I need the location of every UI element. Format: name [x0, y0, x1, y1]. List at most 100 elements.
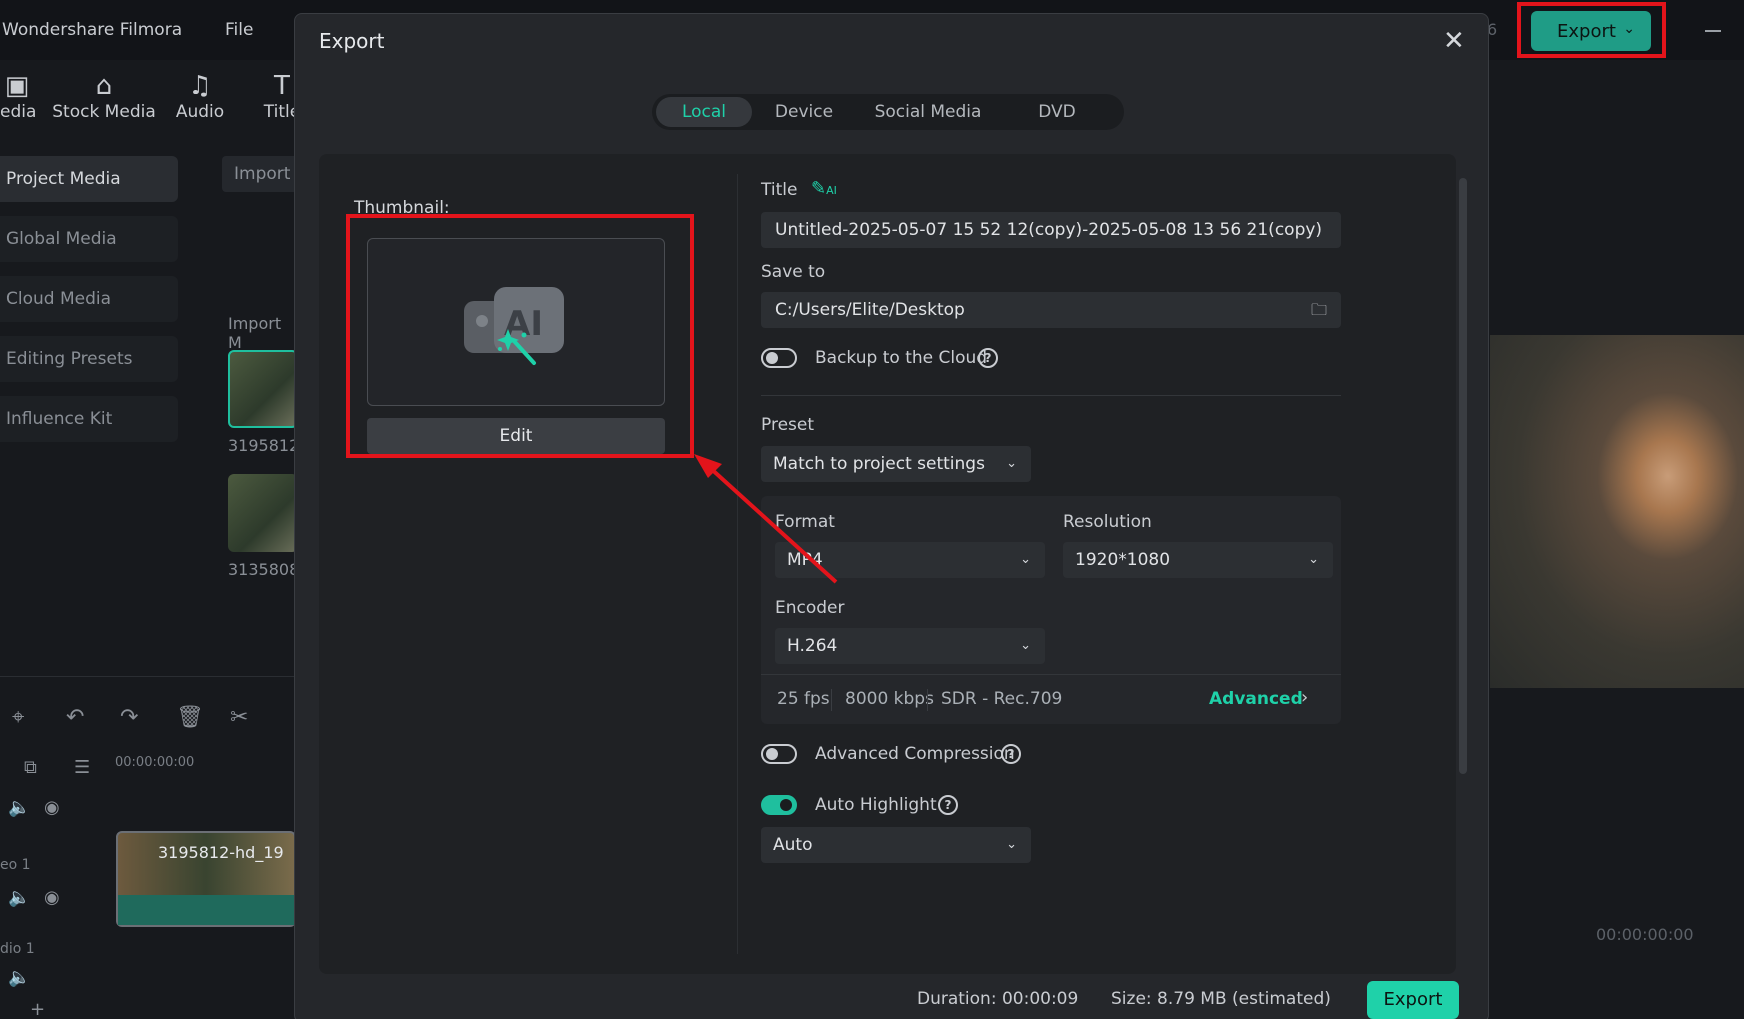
delete-icon[interactable]: 🗑: [176, 705, 204, 730]
backup-cloud-toggle[interactable]: [761, 348, 797, 368]
export-dialog: Export ✕ Local Device Social Media DVD T…: [294, 13, 1489, 1019]
auto-highlight-select[interactable]: Auto ⌄: [761, 827, 1031, 863]
media-item-label: 3135808: [228, 560, 300, 579]
speaker-icon[interactable]: 🔈: [8, 887, 30, 908]
top-export-label: Export: [1557, 20, 1616, 42]
video-track-label: eo 1: [0, 857, 31, 873]
export-stats-row: 25 fps 8000 kbps SDR - Rec.709 Advanced …: [761, 674, 1341, 724]
export-button[interactable]: Export: [1367, 981, 1459, 1019]
redo-icon[interactable]: ↷: [120, 705, 138, 730]
format-value: MP4: [787, 550, 823, 570]
save-to-input[interactable]: C:/Users/Elite/Desktop 🗀: [761, 292, 1341, 328]
export-settings-panel: Thumbnail: AI Edit Title ✎AI Untitled-20…: [319, 154, 1467, 974]
undo-icon[interactable]: ↶: [66, 705, 84, 730]
duration-text: Duration: 00:00:09: [917, 989, 1079, 1009]
preset-label: Preset: [761, 415, 815, 435]
chevron-down-icon: ⌄: [1006, 837, 1017, 852]
scrollbar[interactable]: [1459, 178, 1467, 774]
ai-pen-icon[interactable]: ✎AI: [811, 178, 837, 199]
resolution-label: Resolution: [1063, 512, 1152, 532]
clip-waveform: [118, 895, 294, 925]
clip-label: 3195812-hd_19: [158, 843, 284, 862]
advanced-compression-toggle[interactable]: [761, 744, 797, 764]
chevron-down-icon: ⌄: [1020, 638, 1031, 653]
speaker-icon[interactable]: 🔈: [8, 797, 30, 818]
folder-icon[interactable]: 🗀: [1311, 292, 1327, 328]
stat-color: SDR - Rec.709: [941, 689, 1063, 709]
export-target-tabs: Local Device Social Media DVD: [652, 94, 1124, 130]
audio-track-label: dio 1: [0, 941, 35, 957]
format-label: Format: [775, 512, 835, 532]
tab-media-label: edia: [0, 102, 37, 122]
thumbnail-edit-button[interactable]: Edit: [367, 418, 665, 454]
tab-audio[interactable]: ♫ Audio: [172, 70, 228, 122]
media-thumb-2[interactable]: [228, 474, 298, 552]
tab-dvd[interactable]: DVD: [1002, 97, 1112, 127]
timeline: ⌖ ↶ ↷ 🗑 ✂ 00:00:00:00 ⧉ ☰ 🔈 ◉ eo 1 🔈 ◉ 3…: [0, 676, 296, 1019]
preview-image: [1490, 335, 1744, 688]
backup-cloud-label: Backup to the Cloud: [815, 348, 988, 368]
media-icon: ▣: [4, 71, 30, 101]
auto-highlight-label: Auto Highlight: [815, 795, 937, 815]
thumbnail-label: Thumbnail:: [354, 198, 450, 218]
tab-social-media[interactable]: Social Media: [858, 97, 998, 127]
auto-highlight-value: Auto: [773, 835, 813, 855]
stat-bitrate: 8000 kbps: [845, 689, 934, 709]
media-column: Import Import M 3195812 3135808: [222, 156, 302, 676]
encoder-select[interactable]: H.264 ⌄: [775, 628, 1045, 664]
timeline-timecode: 00:00:00:00: [115, 755, 195, 770]
music-note-icon: ♫: [188, 71, 212, 101]
stat-separator: [831, 689, 832, 711]
tab-local[interactable]: Local: [656, 97, 752, 127]
preset-value: Match to project settings: [773, 454, 985, 474]
title-label: Title: [761, 180, 798, 200]
title-input[interactable]: Untitled-2025-05-07 15 52 12(copy)-2025-…: [761, 212, 1341, 248]
tab-device[interactable]: Device: [756, 97, 852, 127]
thumbnail-preview[interactable]: AI: [367, 238, 665, 406]
select-tool-icon[interactable]: ⌖: [12, 705, 24, 730]
top-export-button[interactable]: Export ⌄: [1531, 11, 1651, 51]
auto-highlight-toggle[interactable]: [761, 795, 797, 815]
nav-editing-presets[interactable]: Editing Presets: [0, 336, 178, 382]
chevron-right-icon[interactable]: ›: [1301, 687, 1308, 708]
preset-select[interactable]: Match to project settings ⌄: [761, 446, 1031, 482]
app-title: Wondershare Filmora: [2, 20, 183, 40]
chevron-down-icon: ⌄: [1006, 456, 1017, 471]
tab-media[interactable]: ▣ edia: [0, 70, 37, 122]
advanced-link[interactable]: Advanced: [1209, 689, 1303, 709]
resolution-value: 1920*1080: [1075, 550, 1171, 570]
help-icon[interactable]: ?: [938, 795, 958, 815]
timeline-clip[interactable]: 3195812-hd_19: [116, 831, 296, 927]
menu-file[interactable]: File: [225, 20, 253, 40]
eye-icon[interactable]: ◉: [44, 887, 60, 908]
nav-project-media[interactable]: Project Media: [0, 156, 178, 202]
close-icon[interactable]: ✕: [1443, 26, 1465, 56]
ai-magic-icon: AI: [464, 287, 564, 365]
nav-influence-kit[interactable]: Influence Kit: [0, 396, 178, 442]
scissors-icon[interactable]: ✂: [230, 705, 248, 730]
help-icon[interactable]: ?: [978, 348, 998, 368]
format-select[interactable]: MP4 ⌄: [775, 542, 1045, 578]
media-item-label: 3195812: [228, 436, 300, 455]
encoder-label: Encoder: [775, 598, 845, 618]
track-icon[interactable]: ☰: [74, 757, 90, 778]
minimize-icon[interactable]: [1705, 30, 1721, 32]
help-icon[interactable]: ?: [1001, 744, 1021, 764]
column-divider: [737, 174, 738, 954]
speaker-icon[interactable]: 🔈: [8, 967, 30, 988]
resolution-select[interactable]: 1920*1080 ⌄: [1063, 542, 1333, 578]
tab-stock-media[interactable]: ⌂ Stock Media: [52, 70, 156, 122]
stat-separator: [927, 689, 928, 711]
eye-icon[interactable]: ◉: [44, 797, 60, 818]
import-media-label: Import M: [228, 314, 282, 352]
link-icon[interactable]: ⧉: [24, 757, 37, 778]
format-settings-box: Format MP4 ⌄ Resolution 1920*1080 ⌄ Enco…: [761, 496, 1341, 724]
save-to-value: C:/Users/Elite/Desktop: [775, 300, 965, 320]
import-button[interactable]: Import: [222, 156, 302, 192]
media-thumb-1[interactable]: [228, 350, 298, 428]
advanced-compression-label: Advanced Compression: [815, 744, 1015, 764]
nav-global-media[interactable]: Global Media: [0, 216, 178, 262]
nav-cloud-media[interactable]: Cloud Media: [0, 276, 178, 322]
section-divider: [761, 395, 1341, 396]
plus-icon[interactable]: +: [30, 999, 45, 1019]
